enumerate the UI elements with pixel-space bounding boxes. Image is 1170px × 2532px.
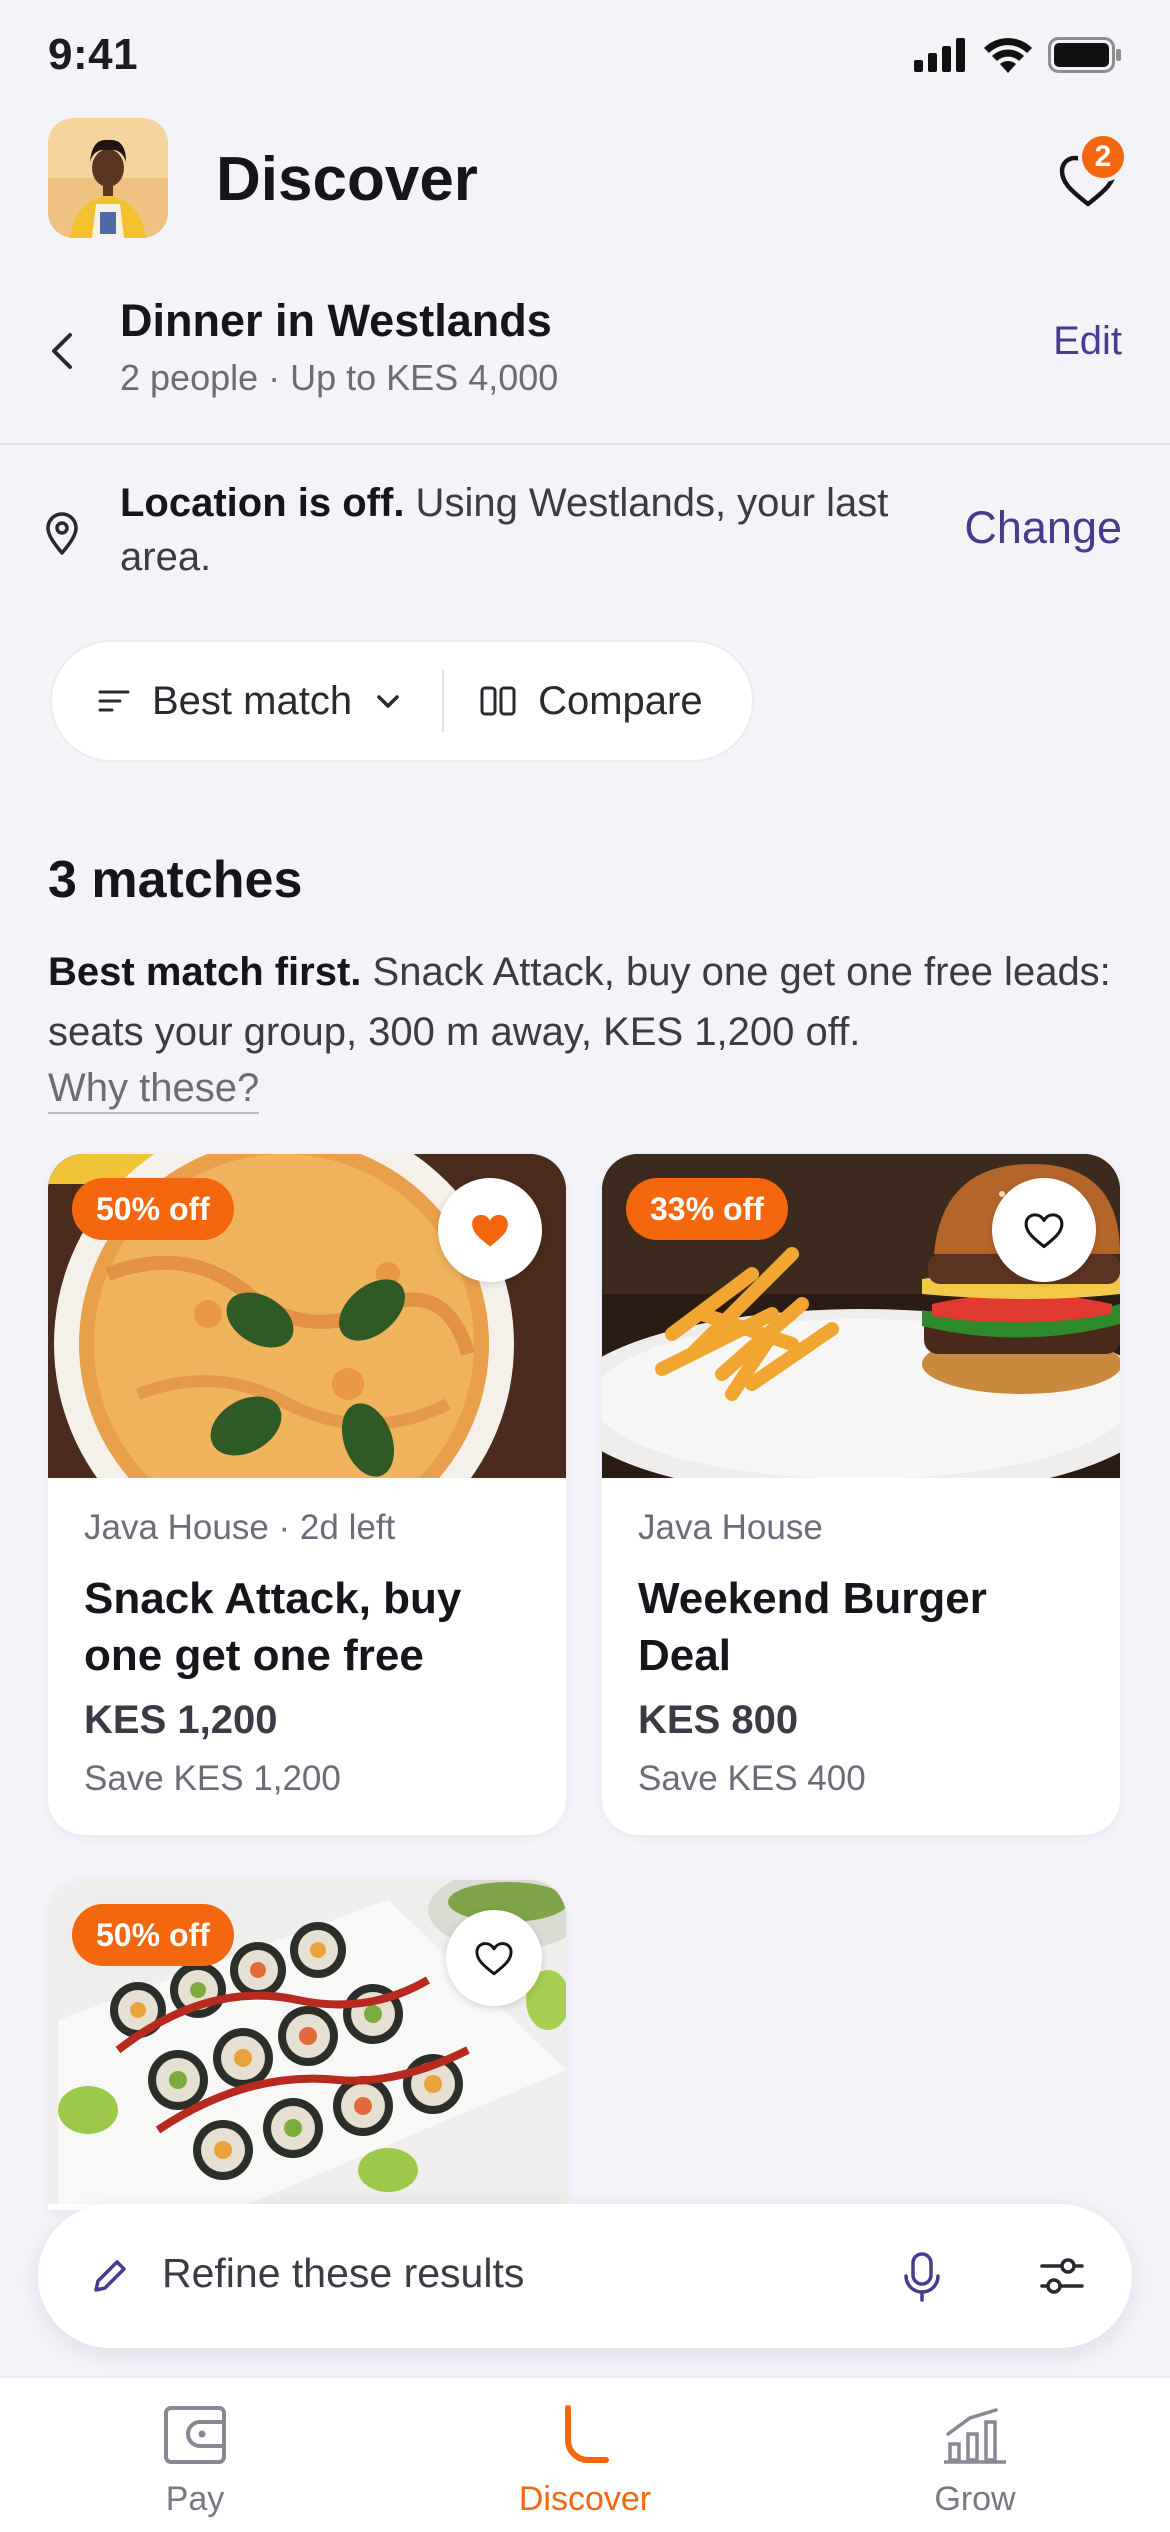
status-time: 9:41 [48,30,139,79]
deal-details: Java House · 2d left Snack Attack, buy o… [48,1478,566,1835]
deal-savings: Save KES 1,200 [84,1759,341,1798]
why-these-link[interactable]: Why these? [48,1064,260,1114]
bottom-tab-bar: Pay Discover Grow [0,2376,1170,2532]
discount-badge: 50% off [72,1904,234,1966]
location-status: Location is off. [120,481,405,525]
heart-icon [475,1942,513,1976]
favorite-button[interactable] [992,1178,1096,1282]
avatar[interactable] [48,118,168,238]
location-notice: Location is off. Using Westlands, your l… [0,470,1170,590]
compare-label: Compare [538,678,703,723]
chevron-left-icon [52,333,72,369]
context-title: Dinner in Westlands [120,295,552,346]
change-location-button[interactable]: Change [964,502,1122,554]
deal-image: 50% off [48,1154,566,1478]
deal-image: 33% off [602,1154,1120,1478]
header: Discover 2 [0,118,1170,242]
deal-details: Java House Weekend Burger Deal KES 800 S… [602,1478,1120,1835]
deal-card[interactable]: 50% off Java House · 2d left Snack Attac… [48,1154,566,1835]
microphone-icon[interactable] [894,2248,950,2304]
tab-discover[interactable]: Discover [390,2378,780,2532]
refine-search-bar[interactable]: Refine these results [38,2204,1132,2348]
wallet-icon [164,2406,226,2464]
refine-input[interactable]: Refine these results [162,2250,524,2297]
tab-label: Discover [518,2480,652,2518]
deal-price: KES 800 [638,1698,799,1742]
tab-label: Grow [934,2480,1016,2518]
discover-icon [565,2405,609,2463]
explanation-lead: Best match first. [48,950,362,994]
deal-image: 50% off [48,1880,566,2204]
pencil-icon [94,2260,126,2292]
results-count: 3 matches [48,851,303,909]
sort-compare-controls: Best match Compare [50,640,754,762]
favorite-button[interactable] [446,1910,542,2006]
deal-savings: Save KES 400 [638,1759,866,1798]
deal-meta: Java House · 2d left [84,1508,396,1547]
status-bar: 9:41 [0,0,1170,110]
search-context-bar: Dinner in Westlands 2 people · Up to KES… [0,285,1170,445]
deal-title: Weekend Burger Deal [638,1574,987,1680]
context-subtitle: 2 people · Up to KES 4,000 [120,357,559,398]
heart-icon [1024,1213,1064,1249]
discount-badge: 50% off [72,1178,234,1240]
avatar-photo [48,118,168,238]
tab-pay[interactable]: Pay [0,2378,390,2532]
location-message: Location is off. Using Westlands, your l… [120,476,940,584]
deal-meta: Java House [638,1508,823,1547]
heart-filled-icon [472,1214,508,1247]
favorites-count-badge: 2 [1078,132,1128,182]
status-icons [914,37,1122,73]
edit-button[interactable]: Edit [1053,319,1122,364]
growth-chart-icon [944,2408,1006,2464]
sort-label: Best match [152,678,353,723]
signal-icon [914,38,965,72]
deal-title: Snack Attack, buy one get one free [84,1574,462,1680]
chevron-down-icon [377,695,399,708]
compare-button[interactable]: Compare [444,642,703,760]
tab-grow[interactable]: Grow [780,2378,1170,2532]
discount-badge: 33% off [626,1178,788,1240]
deal-price: KES 1,200 [84,1698,278,1742]
wifi-icon [984,38,1032,73]
deal-card[interactable]: 33% off Java House Weekend Burger Deal K… [602,1154,1120,1835]
favorite-button[interactable] [438,1178,542,1282]
location-pin-icon [46,512,78,555]
battery-icon [1048,37,1121,73]
deal-card[interactable]: 50% off [48,1880,566,2210]
tab-label: Pay [165,2480,225,2518]
back-button[interactable] [40,321,84,381]
sort-dropdown[interactable]: Best match [52,642,442,760]
results-explanation: Best match first. Snack Attack, buy one … [48,942,1128,1062]
sort-lines-icon [98,690,130,712]
page-title: Discover [216,145,478,214]
compare-columns-icon [480,686,516,716]
filter-sliders-icon[interactable] [1036,2250,1088,2302]
